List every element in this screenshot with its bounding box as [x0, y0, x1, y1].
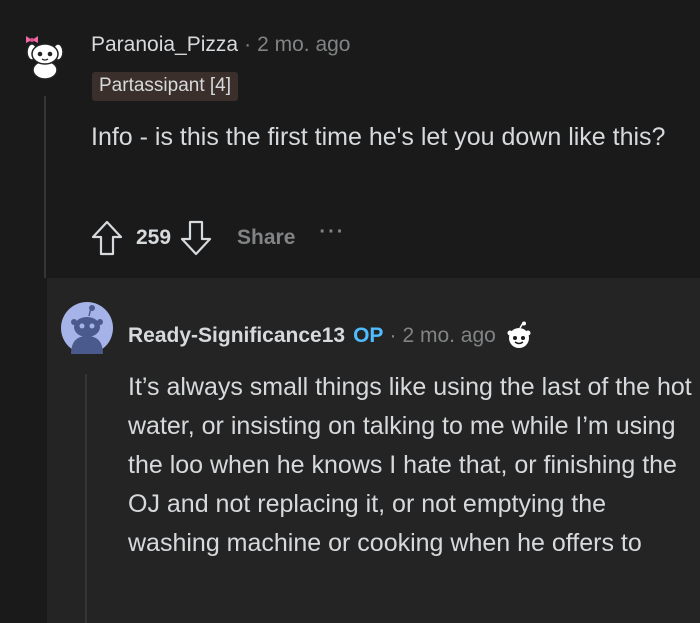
reply-comment: Ready-Significance13 OP · 2 mo. ago It’s… [47, 278, 700, 623]
comment-meta: Ready-Significance13 OP · 2 mo. ago [128, 321, 534, 351]
op-badge: OP [353, 324, 384, 347]
author-name[interactable]: Ready-Significance13 [128, 324, 345, 348]
avatar[interactable] [61, 302, 113, 354]
thread-line[interactable] [85, 374, 87, 623]
avatar-icon [20, 30, 70, 80]
avatar[interactable] [20, 30, 70, 80]
vote-score: 259 [136, 226, 172, 249]
downvote-icon[interactable] [179, 219, 213, 257]
meta-separator: · [389, 324, 397, 347]
thread-line[interactable] [44, 96, 46, 278]
default-snoo-avatar-icon [61, 302, 113, 354]
upvote-icon[interactable] [90, 219, 124, 257]
parent-comment: Paranoia_Pizza · 2 mo. ago Partassipant [4… [0, 0, 700, 278]
comment-thread: Paranoia_Pizza · 2 mo. ago Partassipant [4… [0, 0, 700, 623]
user-flair: Partassipant [4] [92, 72, 239, 101]
share-button[interactable]: Share [237, 226, 295, 250]
comment-actions: 259 Share ··· [90, 218, 345, 258]
author-name[interactable]: Paranoia_Pizza [91, 33, 238, 56]
comment-body: Info - is this the first time he's let y… [91, 123, 666, 151]
timestamp[interactable]: 2 mo. ago [402, 324, 495, 348]
comment-meta: Paranoia_Pizza · 2 mo. ago [91, 33, 351, 57]
meta-separator: · [244, 33, 252, 56]
snoo-flair-icon [507, 321, 531, 348]
more-options-button[interactable]: ··· [319, 221, 345, 244]
comment-body: It’s always small things like using the … [128, 373, 692, 557]
timestamp[interactable]: 2 mo. ago [257, 33, 350, 56]
